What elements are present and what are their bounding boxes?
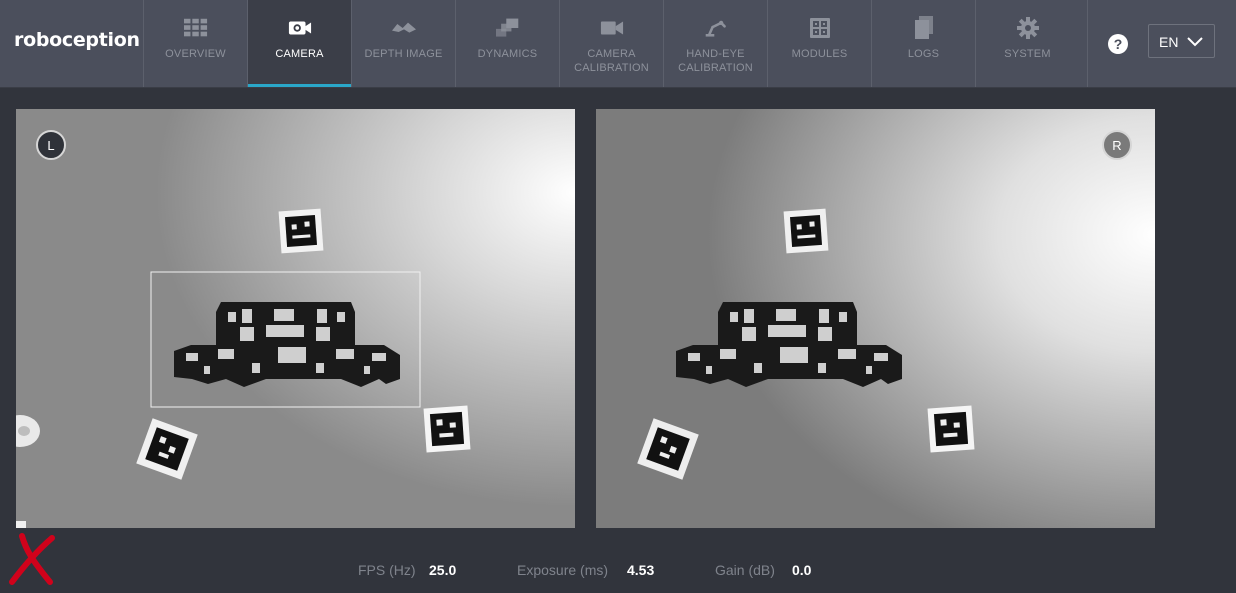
left-camera-badge: L <box>36 130 66 160</box>
gain-value: 0.0 <box>792 562 812 578</box>
chevron-down-icon <box>1186 35 1204 51</box>
main-nav: OVERVIEW CAMERA DEPTH IMAGE DYNAMICS CAM… <box>143 0 1079 87</box>
gear-icon <box>1016 17 1040 39</box>
dynamics-icon <box>495 17 520 39</box>
nav-tab-hand-eye-calibration[interactable]: HAND-EYE CALIBRATION <box>663 0 767 87</box>
nav-tab-label: CAMERA CALIBRATION <box>574 48 649 74</box>
right-camera-badge: R <box>1102 130 1132 160</box>
left-camera-image[interactable]: L <box>16 109 575 528</box>
right-camera-image[interactable]: R <box>596 109 1155 528</box>
help-icon[interactable]: ? <box>1108 34 1128 54</box>
camera-icon <box>288 17 312 39</box>
grid-icon <box>183 17 208 39</box>
top-navigation-bar: roboception OVERVIEW CAMERA DEPTH IMAGE … <box>0 0 1236 88</box>
nav-tab-overview[interactable]: OVERVIEW <box>143 0 247 87</box>
error-x-icon <box>8 532 56 591</box>
nav-tab-camera-calibration[interactable]: CAMERA CALIBRATION <box>559 0 663 87</box>
exposure-label: Exposure (ms) <box>517 562 609 578</box>
nav-tab-label: SYSTEM <box>1004 48 1051 60</box>
language-value: EN <box>1159 34 1179 50</box>
nav-tab-label: MODULES <box>791 48 848 60</box>
nav-tab-camera[interactable]: CAMERA <box>247 0 351 87</box>
nav-tab-label: DEPTH IMAGE <box>364 48 443 60</box>
nav-tab-label: CAMERA <box>275 48 324 60</box>
nav-tab-label: LOGS <box>907 48 940 60</box>
nav-tab-label: HAND-EYE CALIBRATION <box>678 48 753 74</box>
nav-tab-system[interactable]: SYSTEM <box>975 0 1079 87</box>
nav-tab-modules[interactable]: MODULES <box>767 0 871 87</box>
nav-tab-label: OVERVIEW <box>165 48 226 60</box>
nav-tab-depth-image[interactable]: DEPTH IMAGE <box>351 0 455 87</box>
nav-divider <box>1087 0 1088 87</box>
video-camera-icon <box>600 17 624 39</box>
logs-icon <box>912 16 936 39</box>
language-select[interactable]: EN <box>1148 24 1215 58</box>
modules-icon <box>808 17 832 39</box>
nav-tab-dynamics[interactable]: DYNAMICS <box>455 0 559 87</box>
exposure-value: 4.53 <box>627 562 655 578</box>
gain-label: Gain (dB) <box>715 562 775 578</box>
nav-tab-logs[interactable]: LOGS <box>871 0 975 87</box>
robot-arm-icon <box>704 17 728 39</box>
depth-image-icon <box>391 17 416 39</box>
fps-label: FPS (Hz) <box>358 562 416 578</box>
brand-logo[interactable]: roboception <box>14 29 140 51</box>
nav-tab-label: DYNAMICS <box>477 48 538 60</box>
fps-value: 25.0 <box>429 562 457 578</box>
